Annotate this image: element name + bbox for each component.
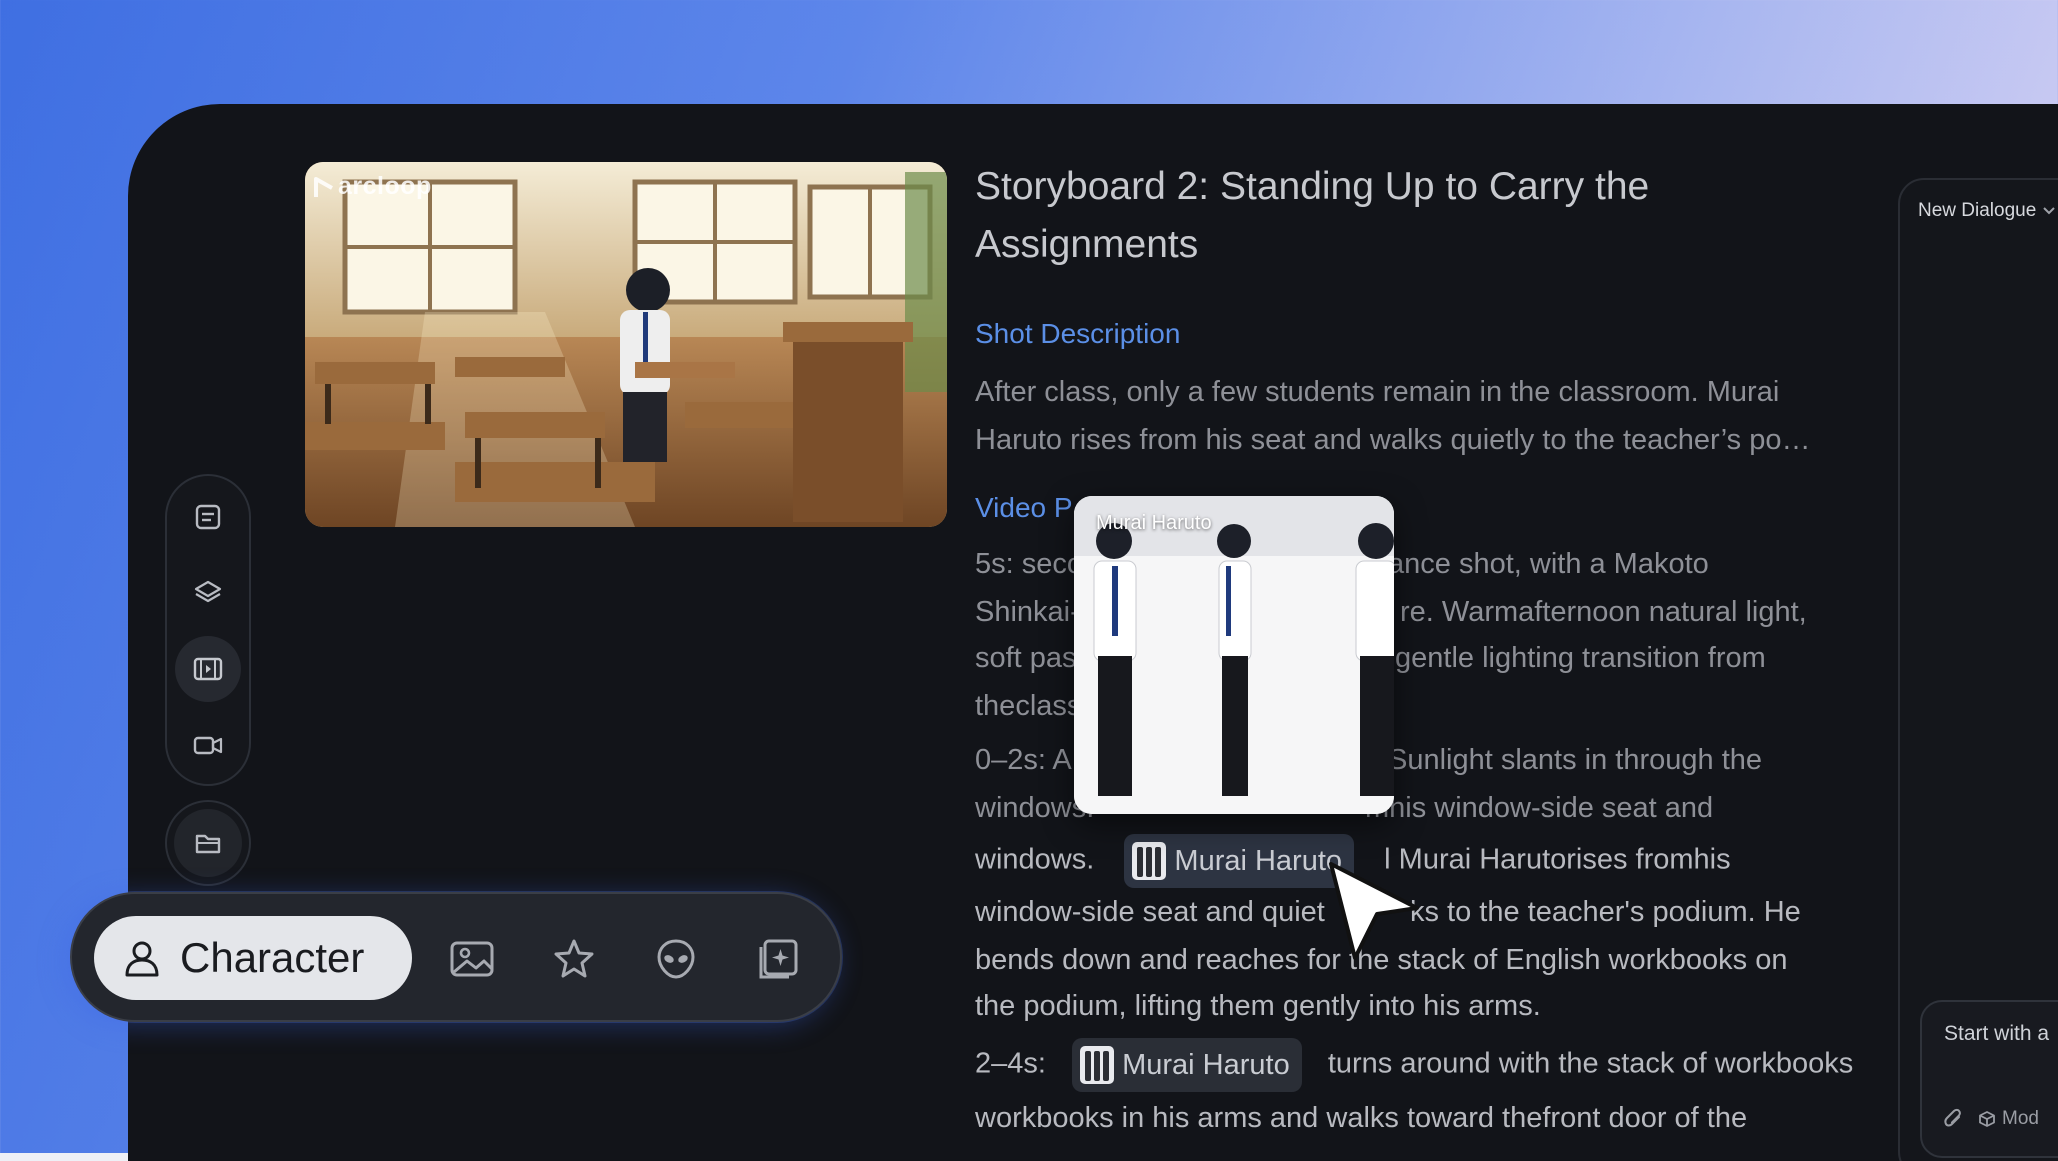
character-mention-label: Murai Haruto xyxy=(1122,1048,1290,1081)
scene-thumbnail[interactable] xyxy=(305,162,947,527)
logo-text: arcloop xyxy=(338,172,432,200)
prompt-line: Shinkai- xyxy=(975,596,1080,628)
add-frame-tab-button[interactable] xyxy=(748,929,808,989)
character-tab-label: Character xyxy=(180,934,365,981)
rail-video-button[interactable] xyxy=(175,712,241,778)
film-icon xyxy=(193,657,223,681)
beat-1-line: window-side seat and quiet xyxy=(975,896,1325,928)
beat-2-line: workbooks in his arms and walks toward t… xyxy=(975,1102,1748,1134)
add-frame-icon xyxy=(759,939,798,979)
star-icon xyxy=(554,939,594,978)
character-mention-chip[interactable]: Murai Haruto xyxy=(1072,1038,1302,1092)
layers-icon xyxy=(194,580,222,603)
creature-tab-button[interactable] xyxy=(646,929,706,989)
left-icon-rail xyxy=(165,474,251,786)
prompt-line: re. Warmafternoon natural light, xyxy=(1400,596,1807,628)
character-tab-button[interactable]: Character xyxy=(94,916,412,1000)
model-selector[interactable]: Mod xyxy=(1978,1108,2039,1130)
rail-document-button[interactable] xyxy=(175,484,241,550)
rail-folder-button[interactable] xyxy=(165,800,251,886)
beat-1-line: Sunlight slants in through the xyxy=(1388,744,1763,776)
document-icon xyxy=(195,504,221,530)
video-prompt-label: Video P xyxy=(975,492,1073,523)
image-tab-button[interactable] xyxy=(442,929,502,989)
new-dialogue-label: New Dialogue xyxy=(1918,200,2037,221)
effects-tab-button[interactable] xyxy=(544,929,604,989)
beat-1-line: windows. xyxy=(975,843,1095,876)
mouse-cursor-icon xyxy=(1329,862,1419,960)
prompt-line: theclass xyxy=(975,690,1082,722)
paperclip-icon[interactable] xyxy=(1944,1108,1964,1130)
character-preview-popover: Murai Haruto xyxy=(1074,496,1394,814)
shot-description-label: Shot Description xyxy=(975,318,1181,349)
new-dialogue-dropdown[interactable]: New Dialogue xyxy=(1918,200,2056,222)
video-camera-icon xyxy=(193,736,223,755)
character-preview-name: Murai Haruto xyxy=(1096,512,1212,534)
beat-2-row: 2–4s: Murai Haruto turns around with the… xyxy=(975,1038,1853,1092)
beat-1-line: mhis window-side seat and xyxy=(1365,792,1714,824)
beat-1-prefix: 0–2s: A xyxy=(975,744,1072,776)
image-icon xyxy=(450,941,494,977)
asset-type-toolbar: Character xyxy=(70,892,842,1022)
beat-1-line: the podium, lifting them gently into his… xyxy=(975,990,1541,1022)
model-label: Mod xyxy=(2002,1108,2039,1129)
character-thumbnail xyxy=(1080,1046,1115,1084)
person-icon xyxy=(125,941,159,977)
alien-icon xyxy=(657,939,695,979)
prompt-line: 5s: seco xyxy=(975,548,1083,580)
character-mention-chip[interactable]: Murai Haruto xyxy=(1124,834,1355,888)
shot-description-text: After class, only a few students remain … xyxy=(975,376,1811,456)
beat-1-line: ks to the teacher's podium. He xyxy=(1410,896,1801,928)
prompt-line: ance shot, with a Makoto xyxy=(1388,548,1709,580)
folder-icon xyxy=(195,834,221,854)
character-mention-label: Murai Haruto xyxy=(1174,844,1343,877)
chat-input-placeholder: Start with a xyxy=(1944,1022,2050,1045)
beat-2-prefix: 2–4s: xyxy=(975,1047,1046,1080)
logo-mark-icon xyxy=(314,176,333,197)
character-thumbnail xyxy=(1132,842,1167,880)
chat-input-tools: Mod xyxy=(1944,1108,2039,1130)
brand-logo: arcloop xyxy=(313,172,432,201)
storyboard-title: Storyboard 2: Standing Up to Carry the A… xyxy=(975,165,1650,266)
prompt-line: gentle lighting transition from xyxy=(1395,642,1766,674)
character-turnaround-image xyxy=(1074,496,1394,814)
rail-layers-button[interactable] xyxy=(175,560,241,626)
rail-film-button[interactable] xyxy=(175,636,241,702)
beat-2-text: turns around with the stack of workbooks xyxy=(1327,1047,1854,1080)
chevron-down-icon xyxy=(2043,207,2056,215)
prompt-line: soft pas xyxy=(975,642,1077,674)
cube-icon xyxy=(1979,1111,1995,1127)
beat-1-line: l Murai Harutorises fromhis xyxy=(1384,843,1731,876)
